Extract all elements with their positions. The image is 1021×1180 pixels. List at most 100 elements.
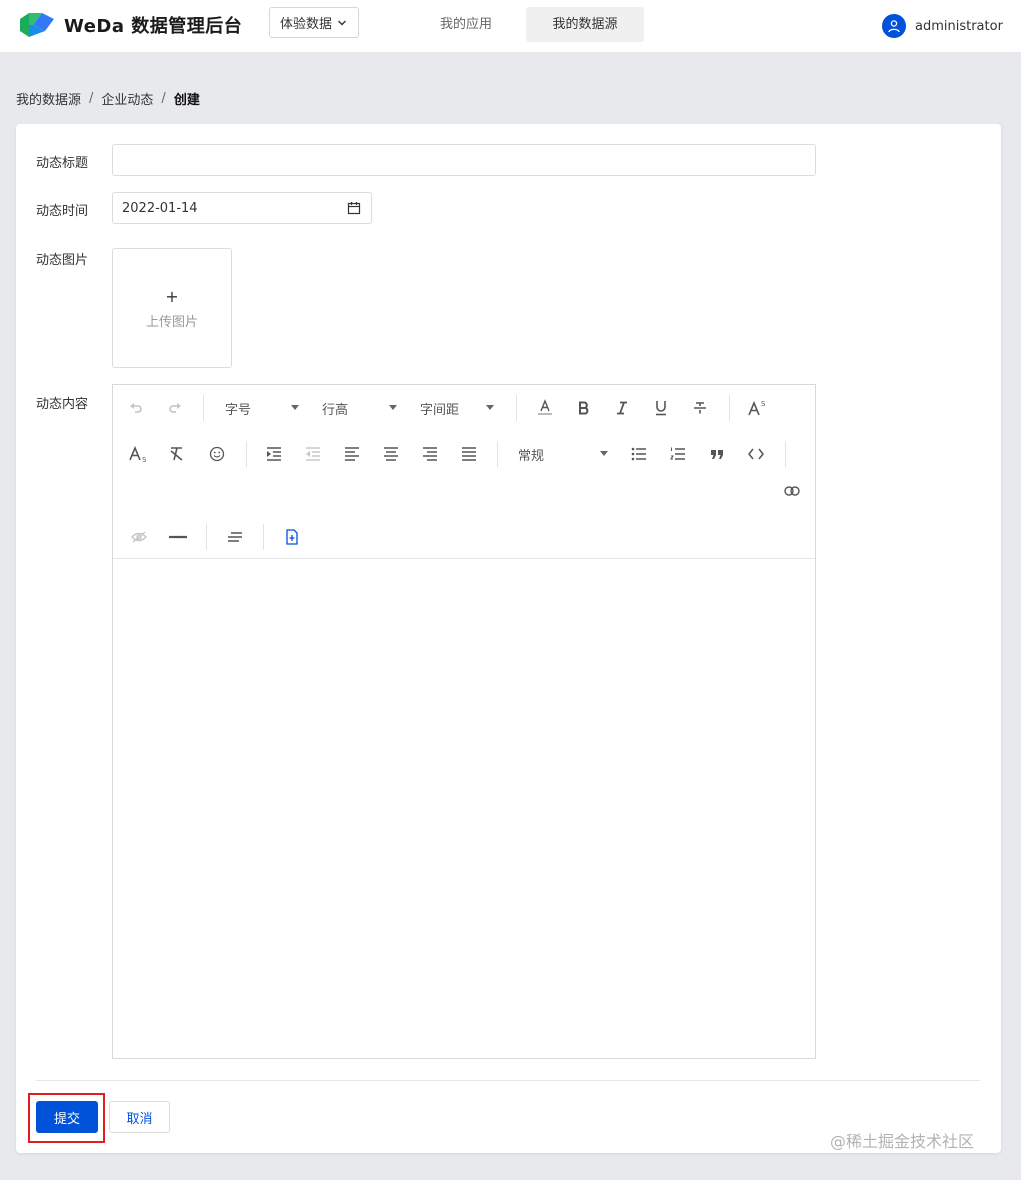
chevron-down-icon: [338, 20, 347, 25]
tab-my-datasources[interactable]: 我的数据源: [526, 7, 644, 42]
breadcrumb-item-datasources[interactable]: 我的数据源: [16, 89, 81, 108]
toolbar-divider: [516, 395, 517, 421]
toolbar-divider: [785, 441, 786, 467]
line-height-select[interactable]: 行高: [322, 395, 397, 421]
horizontal-rule-icon: [169, 535, 187, 539]
code-button[interactable]: [743, 441, 769, 467]
user-icon: [888, 20, 900, 33]
breadcrumb-separator: /: [161, 91, 166, 106]
image-label: 动态图片: [36, 253, 89, 268]
plus-icon: +: [165, 287, 179, 306]
strikethrough-icon: [694, 402, 706, 414]
cancel-button[interactable]: 取消: [109, 1101, 170, 1133]
align-left-icon: [345, 447, 359, 461]
font-color-button[interactable]: [532, 395, 558, 421]
undo-button[interactable]: [123, 395, 149, 421]
user-menu[interactable]: administrator: [882, 14, 1003, 38]
weda-logo-icon: [20, 13, 54, 37]
subscript-icon: S: [129, 445, 147, 463]
breadcrumb-item-news[interactable]: 企业动态: [101, 89, 153, 108]
upload-text: 上传图片: [145, 315, 198, 330]
environment-select[interactable]: 体验数据: [269, 7, 359, 38]
content-label: 动态内容: [36, 397, 89, 412]
align-lines-icon: [228, 532, 242, 542]
toolbar-divider: [203, 395, 204, 421]
calendar-icon: [347, 202, 361, 215]
emoji-icon: [209, 446, 225, 462]
undo-icon: [130, 403, 142, 413]
insert-file-button[interactable]: [279, 524, 305, 550]
redo-button[interactable]: [162, 395, 188, 421]
svg-text:S: S: [761, 400, 766, 408]
clear-format-icon: [170, 447, 183, 461]
title-label: 动态标题: [36, 156, 89, 171]
file-icon: [286, 529, 298, 545]
font-size-label: 字号: [225, 402, 252, 418]
app-brand: WeDa 数据管理后台: [64, 16, 243, 37]
time-label: 动态时间: [36, 204, 89, 219]
emoji-button[interactable]: [204, 441, 230, 467]
quote-icon: [711, 450, 723, 459]
hide-button[interactable]: [126, 524, 152, 550]
username: administrator: [915, 18, 1003, 34]
editor-toolbar: 字号 行高 字间距 S S 常规: [113, 385, 815, 559]
text-direction-button[interactable]: [222, 524, 248, 550]
date-picker[interactable]: 2022-01-14: [112, 192, 372, 224]
superscript-button[interactable]: S: [745, 395, 771, 421]
eye-off-icon: [131, 531, 147, 543]
font-color-icon: [538, 399, 552, 415]
outdent-button[interactable]: [300, 441, 326, 467]
link-icon: [784, 486, 800, 496]
rich-text-editor: 字号 行高 字间距 S S 常规: [112, 384, 816, 1059]
caret-down-icon: [389, 405, 397, 410]
breadcrumb: 我的数据源 / 企业动态 / 创建: [16, 89, 200, 108]
watermark: @稀土掘金技术社区: [830, 1132, 975, 1151]
subscript-button[interactable]: S: [126, 441, 152, 467]
toolbar-divider: [729, 395, 730, 421]
paragraph-style-select[interactable]: 常规: [518, 441, 608, 467]
editor-content-area[interactable]: [113, 560, 815, 1058]
link-button[interactable]: [779, 478, 805, 504]
caret-down-icon: [486, 405, 494, 410]
bold-button[interactable]: [571, 395, 597, 421]
indent-icon: [267, 447, 281, 461]
title-input[interactable]: [112, 144, 816, 176]
breadcrumb-separator: /: [89, 91, 94, 106]
letter-spacing-select[interactable]: 字间距: [420, 395, 494, 421]
strikethrough-button[interactable]: [687, 395, 713, 421]
align-right-icon: [423, 447, 437, 461]
line-height-label: 行高: [322, 402, 349, 418]
breadcrumb-item-current: 创建: [173, 93, 200, 108]
redo-icon: [169, 403, 181, 413]
horizontal-rule-button[interactable]: [165, 524, 191, 550]
highlight-box: [28, 1093, 105, 1143]
numbered-list-button[interactable]: [665, 441, 691, 467]
align-justify-icon: [462, 447, 476, 461]
align-right-button[interactable]: [417, 441, 443, 467]
clear-format-button[interactable]: [164, 441, 190, 467]
outdent-icon: [306, 447, 320, 461]
toolbar-divider: [246, 441, 247, 467]
align-center-icon: [384, 447, 398, 461]
align-center-button[interactable]: [378, 441, 404, 467]
font-size-select[interactable]: 字号: [225, 395, 299, 421]
tab-my-apps[interactable]: 我的应用: [420, 7, 512, 42]
code-icon: [748, 448, 764, 460]
toolbar-divider: [206, 524, 207, 550]
image-upload[interactable]: + 上传图片: [112, 248, 232, 368]
paragraph-style-label: 常规: [518, 448, 545, 464]
top-header: WeDa 数据管理后台 体验数据 我的应用 我的数据源 administrato…: [0, 0, 1021, 53]
blockquote-button[interactable]: [704, 441, 730, 467]
align-left-button[interactable]: [339, 441, 365, 467]
toolbar-divider: [497, 441, 498, 467]
bulleted-list-button[interactable]: [626, 441, 652, 467]
align-justify-button[interactable]: [456, 441, 482, 467]
italic-button[interactable]: [609, 395, 635, 421]
svg-text:S: S: [142, 456, 147, 463]
indent-button[interactable]: [261, 441, 287, 467]
date-value: 2022-01-14: [122, 200, 198, 216]
footer-divider: [36, 1080, 980, 1081]
underline-button[interactable]: [648, 395, 674, 421]
toolbar-divider: [263, 524, 264, 550]
caret-down-icon: [291, 405, 299, 410]
